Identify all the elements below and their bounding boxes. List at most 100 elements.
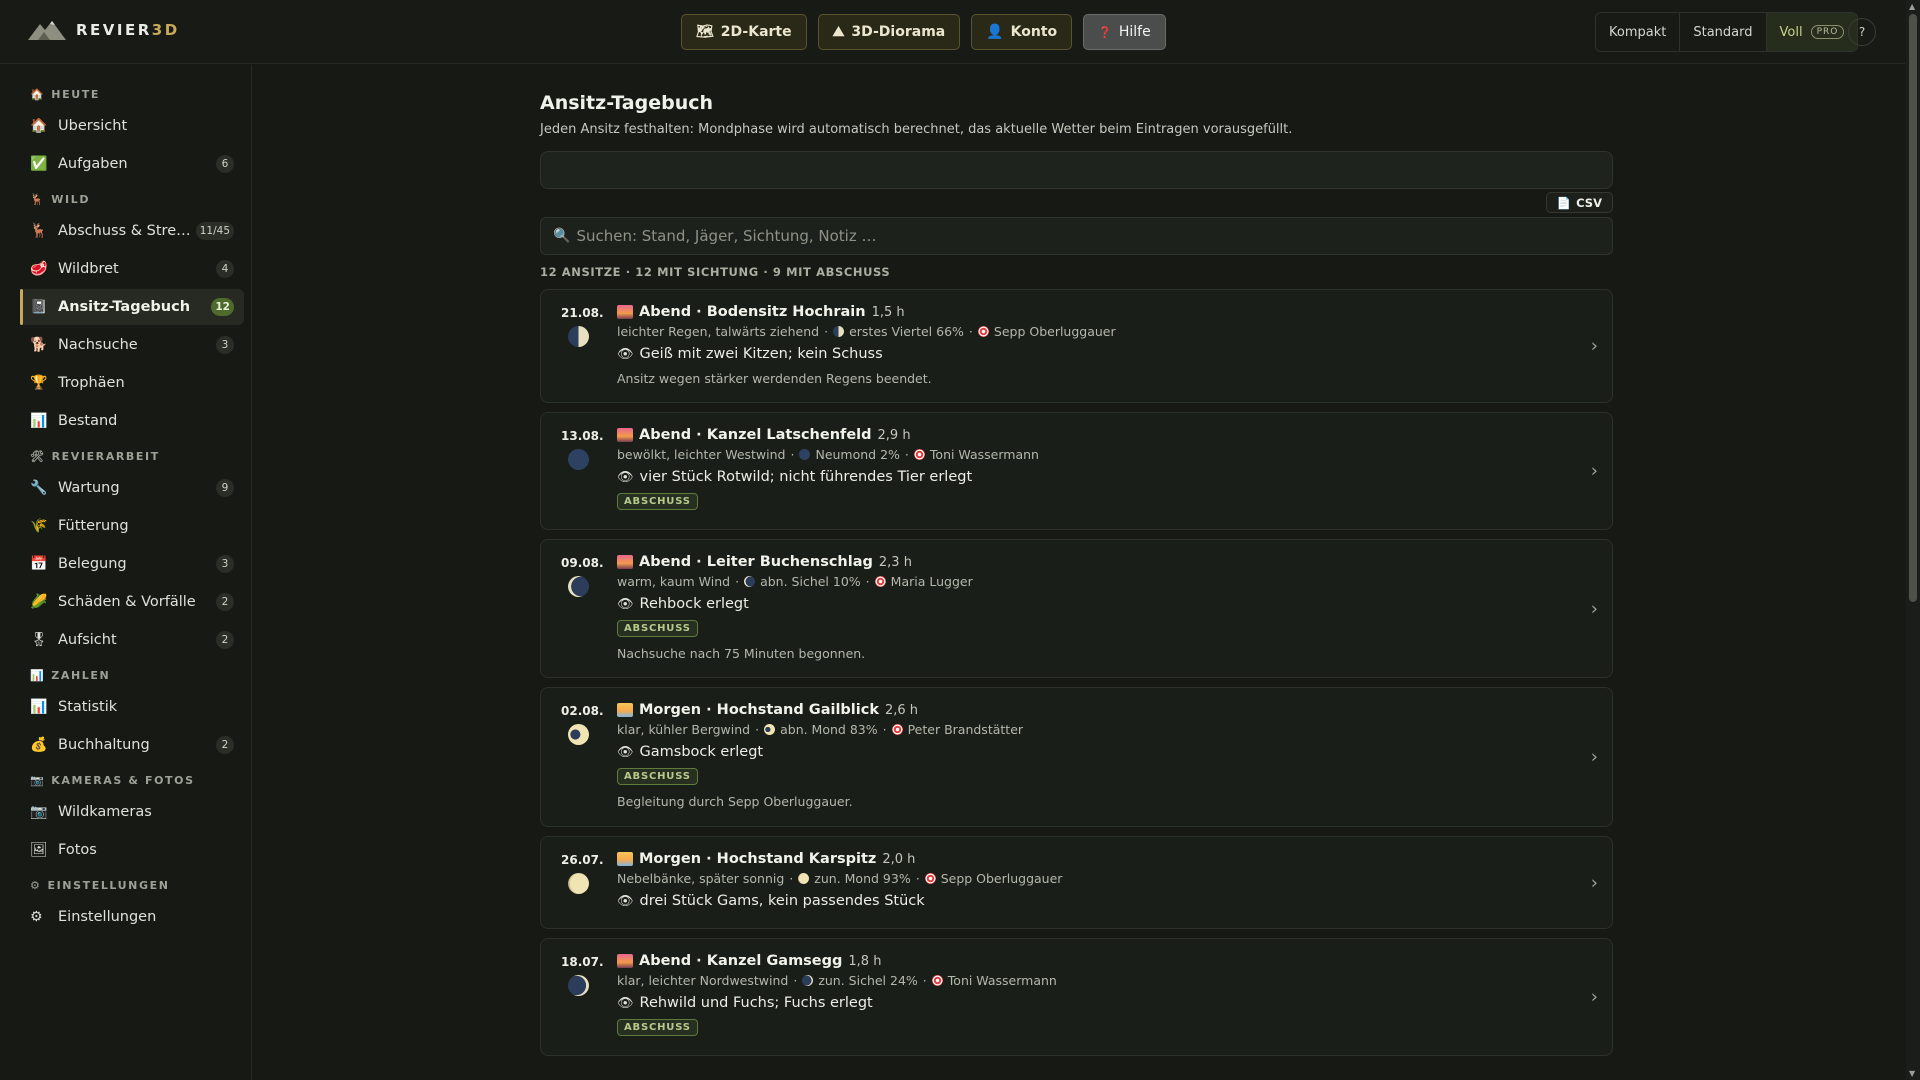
diary-entries-list: 21.08. Abend · Bodensitz Hochrain 1,5 h … [540,289,1613,1056]
entry-duration: 2,3 h [878,554,912,570]
entry-title-text: Morgen · Hochstand Karspitz [639,851,877,867]
sidebar-item-tracking[interactable]: 🐕 Nachsuche 3 [20,327,244,363]
entry-sighting: 👁 Geiß mit zwei Kitzen; kein Schuss [617,346,883,362]
pro-badge: PRO [1810,25,1845,39]
sidebar-item-booking[interactable]: 📅 Belegung 3 [20,546,244,582]
sunset-icon [617,954,633,968]
search-input[interactable] [576,227,1612,245]
sidebar-item-label: Belegung [58,556,127,572]
count-badge: 3 [216,555,234,573]
diary-entry[interactable]: 21.08. Abend · Bodensitz Hochrain 1,5 h … [540,289,1613,403]
entry-date: 26.07. [561,853,604,867]
sidebar-item-supervision[interactable]: 🎖 Aufsicht 2 [20,622,244,658]
eye-icon: 👁 [617,744,634,760]
moon-phase-icon [568,975,589,996]
moon-phase-icon [802,975,814,986]
tools-icon: 🛠 [30,450,46,463]
scroll-down-icon[interactable]: ▼ [1909,1069,1915,1078]
sidebar-item-maintenance[interactable]: 🔧 Wartung 9 [20,470,244,506]
sidebar-item-label: Abschuss & Strecke [58,223,196,239]
sidebar-item-feeding[interactable]: 🌾 Fütterung [20,508,244,544]
sunset-icon [617,555,633,569]
sidebar-item-label: Aufgaben [58,156,128,172]
page-scrollbar[interactable]: ▲ ▼ [1906,0,1920,1080]
main-content: Ansitz-Tagebuch Jeden Ansitz festhalten:… [540,92,1613,1065]
sidebar-item-tasks[interactable]: ✅ Aufgaben 6 [20,146,244,182]
target-icon [931,975,943,986]
entry-meta: klar, leichter Nordwestwind · zun. Sichel… [617,973,1057,988]
sidebar-item-damages[interactable]: 🌽 Schäden & Vorfälle 2 [20,584,244,620]
page-title: Ansitz-Tagebuch [540,92,714,114]
sidebar-item-trophies[interactable]: 🏆 Trophäen [20,365,244,401]
chevron-right-icon: › [1590,335,1598,357]
home-icon: 🏠 [30,118,48,134]
mountain-icon [28,21,66,40]
sunset-icon [617,305,633,319]
harvest-badge: ABSCHUSS [617,493,698,510]
search-bar: 🔍 [540,217,1613,255]
view-full-label: Voll [1779,24,1803,40]
camera-icon: 📷 [30,774,46,787]
sunrise-icon [617,852,633,866]
camera-icon: 📷 [30,804,48,820]
sidebar-item-label: Bestand [58,413,118,429]
entry-title: Morgen · Hochstand Gailblick 2,6 h [617,702,1572,718]
sidebar-item-overview[interactable]: 🏠 Übersicht [20,108,244,144]
meat-icon: 🥩 [30,261,48,277]
gear-icon: ⚙ [30,879,42,892]
entry-title: Abend · Kanzel Gamsegg 1,8 h [617,953,1572,969]
view-standard-option[interactable]: Standard [1680,13,1767,51]
entry-hunter: Toni Wassermann [929,447,1039,462]
entry-sighting: 👁 Rehbock erlegt [617,596,749,612]
document-icon: 📄 [1556,195,1572,210]
sidebar-item-harvest[interactable]: 🦌 Abschuss & Strecke 11/45 [20,213,244,249]
sidebar-item-photos[interactable]: 🖼 Fotos [20,832,244,868]
sidebar-item-venison[interactable]: 🥩 Wildbret 4 [20,251,244,287]
scrollbar-thumb[interactable] [1909,14,1917,602]
count-badge: 12 [211,298,234,316]
sidebar-item-label: Fotos [58,842,97,858]
account-button[interactable]: 👤 Konto [971,14,1073,50]
csv-export-button[interactable]: 📄 CSV [1545,192,1613,213]
eye-icon: 👁 [617,995,634,1011]
chevron-right-icon: › [1590,986,1598,1008]
corn-icon: 🌽 [30,594,48,610]
brand-logo[interactable]: REVIER3D [28,20,180,40]
help-button[interactable]: ❓ Hilfe [1083,14,1166,50]
diary-entry[interactable]: 26.07. Morgen · Hochstand Karspitz 2,0 h… [540,836,1613,929]
scroll-up-icon[interactable]: ▲ [1909,2,1915,11]
notebook-icon: 📓 [30,299,48,315]
help-circle-button[interactable]: ? [1848,18,1876,46]
diary-entry[interactable]: 13.08. Abend · Kanzel Latschenfeld 2,9 h… [540,412,1613,530]
view-compact-option[interactable]: Kompakt [1596,13,1681,51]
target-icon [891,724,903,735]
sidebar-item-label: Einstellungen [58,909,157,925]
calendar-icon: 📅 [30,556,48,572]
eye-icon: 👁 [617,893,634,909]
map-2d-button[interactable]: 🗺 2D-Karte [681,14,807,50]
summary-line: 12 ANSITZE · 12 MIT SICHTUNG · 9 MIT ABS… [540,265,891,279]
entry-meta: leichter Regen, talwärts ziehend · erstes… [617,324,1116,339]
sidebar-item-accounting[interactable]: 💰 Buchhaltung 2 [20,727,244,763]
sidebar-item-label: Übersicht [58,118,128,134]
count-badge: 2 [216,593,234,611]
diorama-3d-button[interactable]: ⛰ 3D-Diorama [817,14,961,50]
chevron-right-icon: › [1590,872,1598,893]
diary-entry[interactable]: 09.08. Abend · Leiter Buchenschlag 2,3 h… [540,539,1613,678]
sidebar-item-settings[interactable]: ⚙ Einstellungen [20,899,244,935]
sidebar-item-label: Statistik [58,699,118,715]
brand-name: REVIER3D [76,21,180,39]
diary-entry[interactable]: 18.07. Abend · Kanzel Gamsegg 1,8 h klar… [540,938,1613,1056]
sidebar-item-wildlife-cameras[interactable]: 📷 Wildkameras [20,794,244,830]
count-badge: 2 [216,631,234,649]
sidebar-item-hunt-diary[interactable]: 📓 Ansitz-Tagebuch 12 [20,289,244,325]
eye-icon: 👁 [617,596,634,612]
entry-duration: 1,5 h [871,304,905,320]
entry-hunter: Toni Wassermann [947,973,1057,988]
entry-sighting: 👁 Rehwild und Fuchs; Fuchs erlegt [617,995,873,1011]
entry-form-banner[interactable] [540,151,1613,189]
sidebar-item-stock[interactable]: 📊 Bestand [20,403,244,439]
sidebar-item-statistics[interactable]: 📊 Statistik [20,689,244,725]
view-full-option[interactable]: Voll PRO [1766,13,1858,51]
diary-entry[interactable]: 02.08. Morgen · Hochstand Gailblick 2,6 … [540,687,1613,827]
